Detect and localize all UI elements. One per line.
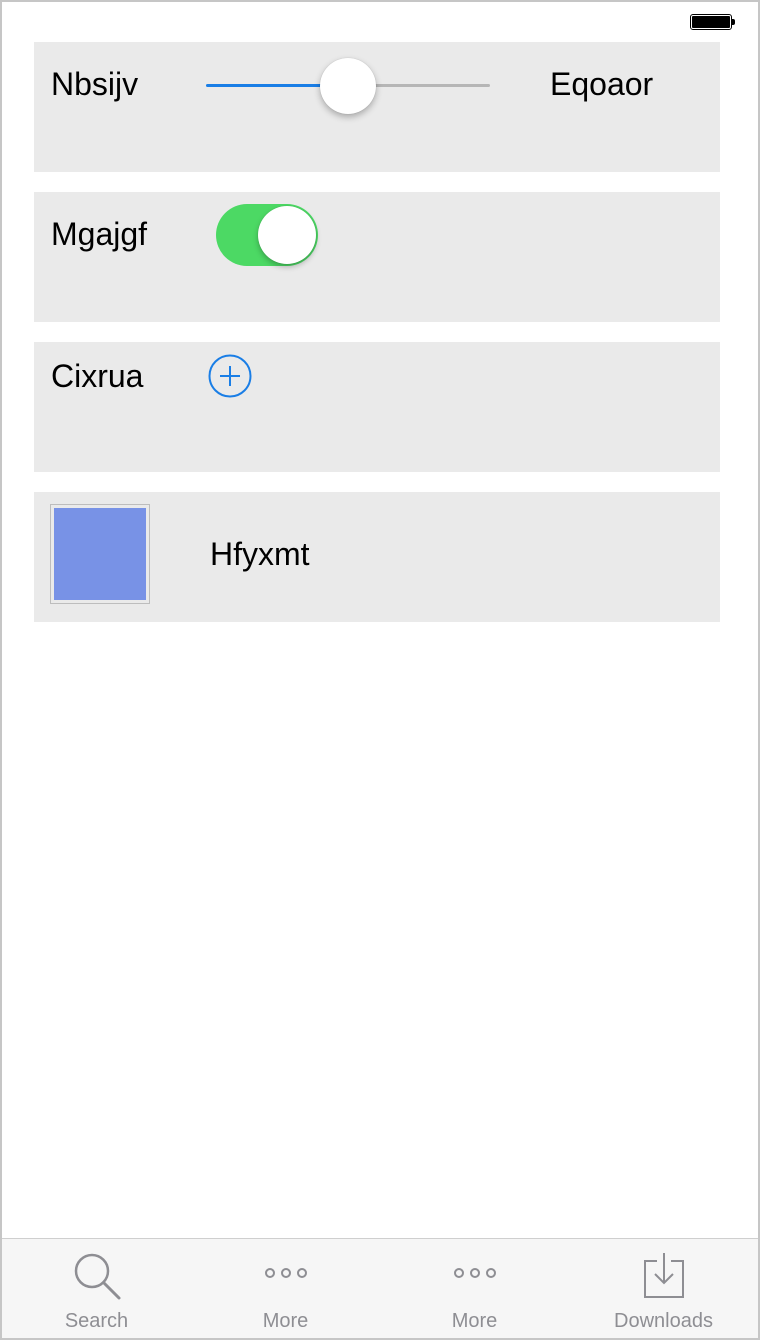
app-screen: Nbsijv Eqoaor Mgajgf Cixrua Hfyxmt Searc… (0, 0, 760, 1340)
tab-label: Downloads (614, 1310, 713, 1332)
downloads-icon (643, 1253, 684, 1298)
slider-row-label: Nbsijv (51, 66, 139, 102)
slider-row: Nbsijv Eqoaor (34, 42, 720, 172)
thumbnail-swatch (54, 508, 146, 600)
add-row-label: Cixrua (51, 358, 144, 394)
add-button[interactable] (208, 354, 252, 398)
switch-row: Mgajgf (34, 192, 720, 322)
tab-bar: Search More More Downloads (2, 1238, 758, 1338)
toggle-knob (258, 206, 316, 264)
tab-more-1[interactable]: More (191, 1239, 380, 1338)
search-icon (74, 1253, 120, 1300)
tab-more-2[interactable]: More (380, 1239, 569, 1338)
add-row: Cixrua (34, 342, 720, 472)
status-bar (2, 2, 758, 42)
toggle-switch[interactable] (216, 204, 318, 266)
tab-label: More (262, 1310, 309, 1332)
tab-search[interactable]: Search (2, 1239, 191, 1338)
switch-row-label: Mgajgf (51, 216, 148, 252)
tab-label: More (451, 1310, 498, 1332)
plus-circle-icon (208, 354, 252, 398)
battery-full-icon (690, 14, 736, 32)
more-icon (264, 1268, 307, 1278)
tab-label: Search (64, 1310, 129, 1332)
tab-downloads[interactable]: Downloads (569, 1239, 758, 1338)
more-icon (453, 1268, 496, 1278)
thumbnail-image (50, 504, 150, 604)
value-slider[interactable] (206, 58, 490, 114)
image-row-title: Hfyxmt (210, 536, 310, 572)
slider-value-label: Eqoaor (550, 66, 654, 102)
slider-thumb[interactable] (320, 58, 376, 114)
image-row[interactable]: Hfyxmt (34, 492, 720, 622)
